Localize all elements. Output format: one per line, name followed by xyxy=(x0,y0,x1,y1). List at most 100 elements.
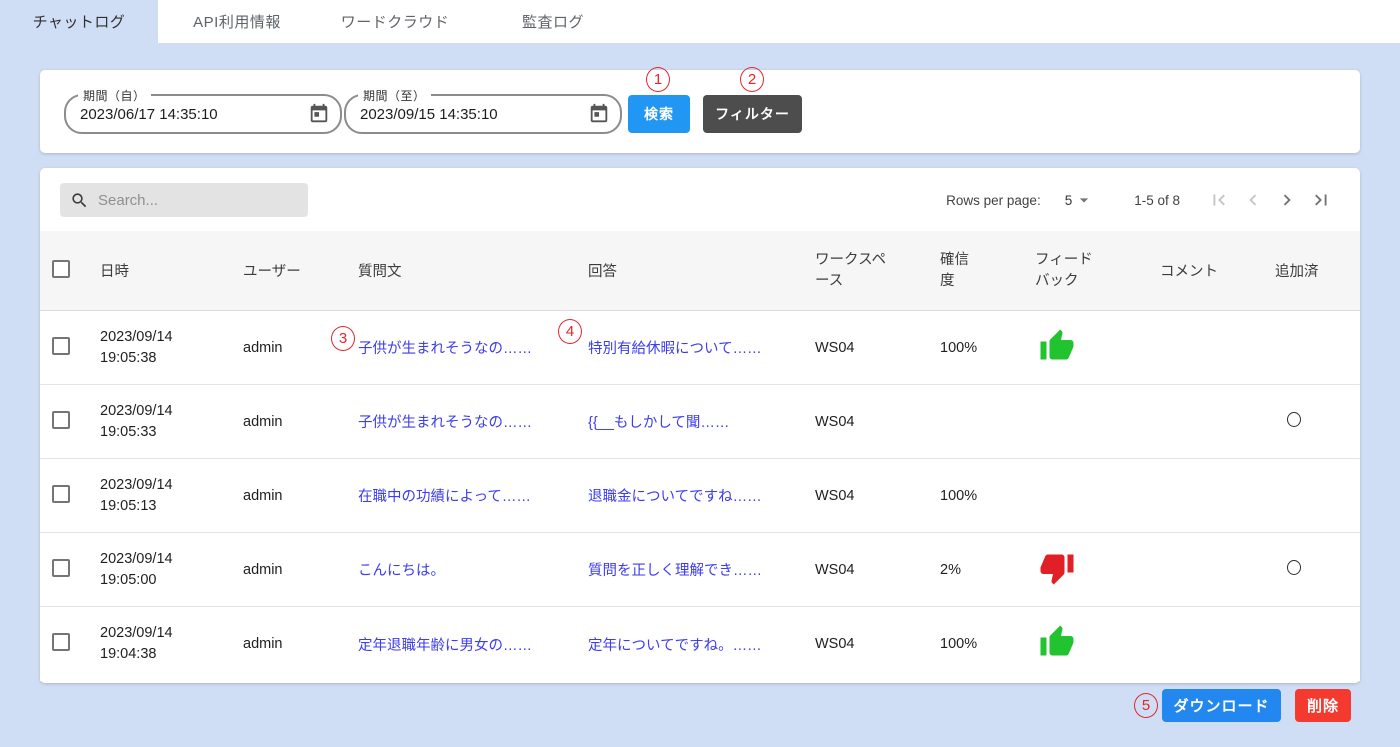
answer-link[interactable]: {{__もしかして聞…… xyxy=(588,415,729,431)
question-link[interactable]: こんにちは。 xyxy=(358,563,445,579)
row-checkbox[interactable] xyxy=(52,411,70,429)
table-row: 2023/09/1419:04:38 admin 定年退職年齢に男女の…… 定年… xyxy=(40,607,1360,681)
date-from-input[interactable] xyxy=(80,106,308,123)
question-link[interactable]: 定年退職年齢に男女の…… xyxy=(358,638,532,654)
table-search-box[interactable] xyxy=(60,183,308,217)
date-to-label: 期間（至） xyxy=(358,87,431,104)
datetime-cell: 2023/09/1419:05:00 xyxy=(100,549,243,591)
col-header-comment: コメント xyxy=(1160,260,1275,281)
table-row: 2023/09/1419:05:38 admin 子供が生まれそうなの…… 特別… xyxy=(40,311,1360,385)
date-to-field[interactable]: 期間（至） xyxy=(344,94,622,134)
question-link[interactable]: 子供が生まれそうなの…… xyxy=(358,341,532,357)
chat-log-table-card: Rows per page: 5 1-5 of 8 日時 ユーザー 質問文 回答… xyxy=(40,168,1360,683)
row-checkbox[interactable] xyxy=(52,337,70,355)
chevron-right-icon xyxy=(1276,189,1298,211)
tab-audit-log[interactable]: 監査ログ xyxy=(474,0,632,43)
filter-button[interactable]: フィルター xyxy=(703,95,802,133)
answer-link[interactable]: 定年についてですね。…… xyxy=(588,638,762,654)
user-cell: admin xyxy=(243,488,358,504)
annotation-3: 3 xyxy=(331,326,355,351)
table-row: 2023/09/1419:05:00 admin こんにちは。 質問を正しく理解… xyxy=(40,533,1360,607)
workspace-cell: WS04 xyxy=(815,636,940,652)
annotation-2: 2 xyxy=(740,67,764,92)
tab-api-usage[interactable]: API利用情報 xyxy=(158,0,316,43)
next-page-button[interactable] xyxy=(1270,186,1304,214)
calendar-icon[interactable] xyxy=(588,103,610,125)
last-page-button[interactable] xyxy=(1304,186,1338,214)
chat-log-admin-page: チャットログ API利用情報 ワードクラウド 監査ログ 期間（自） 期間（至） … xyxy=(0,0,1400,747)
confidence-cell: 100% xyxy=(940,488,1035,504)
annotation-1: 1 xyxy=(646,67,670,92)
datetime-cell: 2023/09/1419:05:13 xyxy=(100,475,243,517)
thumb-down-icon xyxy=(1039,550,1075,586)
delete-button[interactable]: 削除 xyxy=(1295,689,1351,722)
pagination-bar: Rows per page: 5 1-5 of 8 xyxy=(946,186,1338,214)
workspace-cell: WS04 xyxy=(815,562,940,578)
col-header-question: 質問文 xyxy=(358,260,588,281)
thumb-up-icon xyxy=(1039,328,1075,364)
tab-bar: チャットログ API利用情報 ワードクラウド 監査ログ xyxy=(0,0,1400,43)
added-circle-mark xyxy=(1287,412,1301,427)
row-checkbox[interactable] xyxy=(52,485,70,503)
table-row: 2023/09/1419:05:33 admin 子供が生まれそうなの…… {{… xyxy=(40,385,1360,459)
answer-link[interactable]: 特別有給休暇について…… xyxy=(588,341,762,357)
date-to-input[interactable] xyxy=(360,106,588,123)
thumb-up-icon xyxy=(1039,624,1075,660)
col-header-workspace: ワークスペース xyxy=(815,250,940,292)
row-checkbox[interactable] xyxy=(52,633,70,651)
feedback-cell xyxy=(1035,550,1160,590)
datetime-cell: 2023/09/1419:05:38 xyxy=(100,327,243,369)
workspace-cell: WS04 xyxy=(815,340,940,356)
feedback-cell xyxy=(1035,328,1160,368)
col-header-answer: 回答 xyxy=(588,260,815,281)
table-row: 2023/09/1419:05:13 admin 在職中の功績によって…… 退職… xyxy=(40,459,1360,533)
datetime-cell: 2023/09/1419:05:33 xyxy=(100,401,243,443)
calendar-icon[interactable] xyxy=(308,103,330,125)
table-search-input[interactable] xyxy=(98,192,298,209)
answer-link[interactable]: 退職金についてですね…… xyxy=(588,489,762,505)
prev-page-button[interactable] xyxy=(1236,186,1270,214)
table-header-row: 日時 ユーザー 質問文 回答 ワークスペース 確信度 フィードバック コメント … xyxy=(40,231,1360,311)
tab-word-cloud[interactable]: ワードクラウド xyxy=(316,0,474,43)
answer-link[interactable]: 質問を正しく理解でき…… xyxy=(588,563,762,579)
select-all-checkbox[interactable] xyxy=(52,260,70,278)
first-page-button[interactable] xyxy=(1202,186,1236,214)
filter-panel: 期間（自） 期間（至） 検索 フィルター xyxy=(40,70,1360,153)
workspace-cell: WS04 xyxy=(815,488,940,504)
col-header-feedback: フィードバック xyxy=(1035,250,1160,292)
datetime-cell: 2023/09/1419:04:38 xyxy=(100,623,243,665)
tab-chat-log[interactable]: チャットログ xyxy=(0,0,158,43)
col-header-confidence: 確信度 xyxy=(940,250,1035,292)
date-from-label: 期間（自） xyxy=(78,87,151,104)
last-page-icon xyxy=(1310,189,1332,211)
confidence-cell: 100% xyxy=(940,636,1035,652)
footer-actions: ダウンロード 削除 xyxy=(1162,689,1351,722)
annotation-5: 5 xyxy=(1134,693,1158,718)
rows-per-page-value: 5 xyxy=(1065,193,1073,208)
table-body: 2023/09/1419:05:38 admin 子供が生まれそうなの…… 特別… xyxy=(40,311,1360,681)
added-cell xyxy=(1275,560,1360,579)
col-header-user: ユーザー xyxy=(243,260,358,281)
first-page-icon xyxy=(1208,189,1230,211)
user-cell: admin xyxy=(243,562,358,578)
search-icon xyxy=(70,191,89,210)
rows-per-page-select[interactable]: 5 xyxy=(1065,190,1095,210)
row-checkbox[interactable] xyxy=(52,559,70,577)
chevron-down-icon xyxy=(1074,190,1094,210)
date-from-field[interactable]: 期間（自） xyxy=(64,94,342,134)
feedback-cell xyxy=(1035,624,1160,664)
user-cell: admin xyxy=(243,414,358,430)
confidence-cell: 2% xyxy=(940,562,1035,578)
question-link[interactable]: 子供が生まれそうなの…… xyxy=(358,415,532,431)
annotation-4: 4 xyxy=(558,319,582,344)
added-circle-mark xyxy=(1287,560,1301,575)
question-link[interactable]: 在職中の功績によって…… xyxy=(358,489,531,505)
confidence-cell: 100% xyxy=(940,340,1035,356)
pagination-range-label: 1-5 of 8 xyxy=(1134,193,1180,208)
rows-per-page-label: Rows per page: xyxy=(946,193,1041,208)
added-cell xyxy=(1275,412,1360,431)
user-cell: admin xyxy=(243,636,358,652)
search-button[interactable]: 検索 xyxy=(628,95,690,133)
workspace-cell: WS04 xyxy=(815,414,940,430)
download-button[interactable]: ダウンロード xyxy=(1162,689,1281,722)
